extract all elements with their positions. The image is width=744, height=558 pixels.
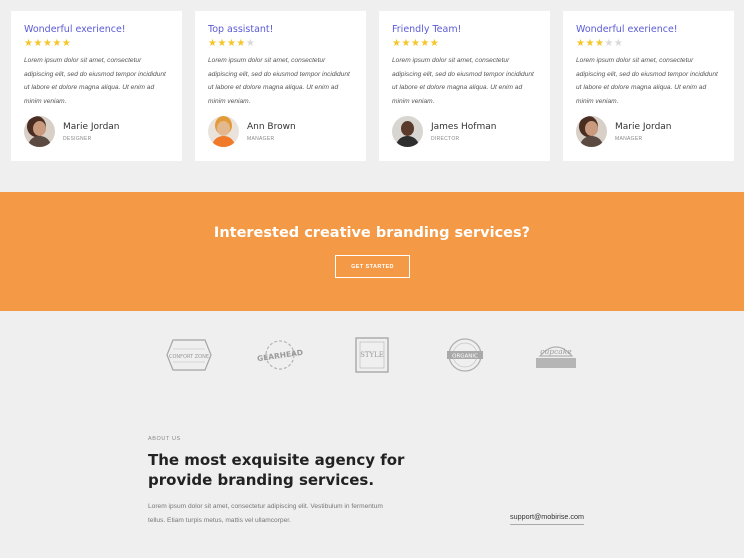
support-email-link[interactable]: support@mobirise.com	[510, 512, 585, 525]
about-heading: The most exquisite agency for provide br…	[148, 451, 405, 489]
star-icon: ★	[585, 38, 595, 49]
star-icon: ★	[594, 38, 605, 49]
avatar	[576, 116, 607, 147]
testimonial-text: Lorem ipsum dolor sit amet, consectetur …	[208, 57, 350, 106]
author-name: Marie Jordan	[63, 121, 120, 132]
testimonial-card: Wonderful exerience! ★★★★★ Lorem ipsum d…	[11, 11, 182, 161]
get-started-button[interactable]: GET STARTED	[335, 255, 410, 278]
logo-text: CONFORT ZONE	[169, 354, 209, 360]
star-icon: ★	[429, 38, 440, 49]
testimonial-text: Lorem ipsum dolor sit amet, consectetur …	[24, 57, 166, 106]
testimonial-card: Wonderful exerience! ★★★★★ Lorem ipsum d…	[563, 11, 734, 161]
cta-banner: Interested creative branding services? G…	[0, 192, 744, 311]
confort-zone-logo: CONFORT ZONE	[165, 336, 213, 374]
star-icon: ★	[42, 38, 53, 49]
star-icon: ★	[604, 38, 614, 49]
author-role: MANAGER	[615, 135, 643, 142]
rating-stars: ★★★★★	[24, 38, 170, 50]
about-text: Lorem ipsum dolor sit amet, consectetur …	[148, 503, 383, 524]
about-section: ABOUT US The most exquisite agency for p…	[148, 436, 608, 527]
testimonial-title: Friendly Team!	[392, 24, 462, 35]
client-logos: CONFORT ZONE GEARHEAD STYLE ORGANIC cupc…	[0, 336, 744, 376]
testimonial-author: Ann Brown MANAGER	[208, 116, 354, 147]
testimonial-author: Marie Jordan DESIGNER	[24, 116, 170, 147]
rating-stars: ★★★★★	[392, 38, 538, 50]
star-icon: ★	[420, 38, 430, 49]
testimonial-title: Top assistant!	[208, 24, 274, 35]
star-icon: ★	[613, 38, 624, 49]
avatar	[392, 116, 423, 147]
star-icon: ★	[217, 38, 227, 49]
logo-text: ORGANIC	[452, 354, 478, 360]
testimonial-title: Wonderful exerience!	[24, 24, 126, 35]
style-logo: STYLE	[354, 336, 390, 374]
cta-title: Interested creative branding services?	[213, 225, 531, 241]
rating-stars: ★★★★★	[576, 38, 722, 50]
logo-text: STYLE	[360, 351, 384, 359]
testimonial-card: Friendly Team! ★★★★★ Lorem ipsum dolor s…	[379, 11, 550, 161]
author-name: Marie Jordan	[615, 121, 672, 132]
cupcake-logo: cupcake	[532, 336, 580, 374]
author-role: DESIGNER	[63, 135, 92, 142]
star-icon: ★	[52, 38, 62, 49]
star-icon: ★	[236, 38, 246, 49]
star-icon: ★	[33, 38, 43, 49]
testimonial-title: Wonderful exerience!	[576, 24, 678, 35]
avatar	[208, 116, 239, 147]
testimonial-card: Top assistant! ★★★★★ Lorem ipsum dolor s…	[195, 11, 366, 161]
organic-logo: ORGANIC	[443, 336, 487, 374]
testimonial-author: Marie Jordan MANAGER	[576, 116, 722, 147]
testimonial-text: Lorem ipsum dolor sit amet, consectetur …	[576, 57, 718, 106]
star-icon: ★	[401, 38, 411, 49]
testimonial-text: Lorem ipsum dolor sit amet, consectetur …	[392, 57, 534, 106]
star-icon: ★	[61, 38, 72, 49]
testimonial-author: James Hofman DIRECTOR	[392, 116, 538, 147]
star-icon: ★	[226, 38, 237, 49]
author-name: Ann Brown	[247, 121, 296, 132]
rating-stars: ★★★★★	[208, 38, 354, 50]
logo-text: cupcake	[540, 347, 572, 356]
about-kicker: ABOUT US	[148, 436, 181, 442]
star-icon: ★	[245, 38, 256, 49]
logo-text: GEARHEAD	[257, 348, 304, 363]
author-name: James Hofman	[431, 121, 497, 132]
avatar	[24, 116, 55, 147]
author-role: MANAGER	[247, 135, 275, 142]
star-icon: ★	[410, 38, 421, 49]
gearhead-logo: GEARHEAD	[255, 336, 305, 374]
testimonials-section: Wonderful exerience! ★★★★★ Lorem ipsum d…	[0, 0, 744, 192]
author-role: DIRECTOR	[431, 135, 460, 142]
